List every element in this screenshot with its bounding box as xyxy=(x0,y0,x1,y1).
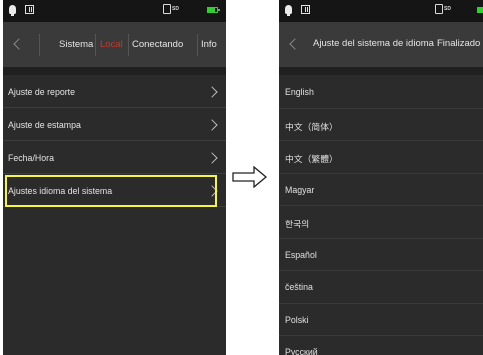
back-icon[interactable] xyxy=(289,38,301,50)
menu-item-label: Fecha/Hora xyxy=(8,153,54,163)
language-label: Español xyxy=(285,249,317,260)
menu-item-label: Ajuste de reporte xyxy=(8,87,75,97)
gallery-icon xyxy=(25,5,34,14)
menu-item-report-settings[interactable]: Ajuste de reporte xyxy=(3,76,226,108)
back-icon[interactable] xyxy=(13,38,25,50)
tab-divider xyxy=(39,34,40,56)
language-label: Русский xyxy=(285,347,318,355)
menu-item-stamp-settings[interactable]: Ajuste de estampa xyxy=(3,109,226,141)
language-item[interactable]: 中文（简体） xyxy=(279,109,483,141)
tab-local[interactable]: Local xyxy=(100,39,123,50)
language-label: 한국의 xyxy=(285,219,310,229)
finish-button[interactable]: Finalizado xyxy=(437,38,480,49)
tab-divider xyxy=(95,34,96,56)
sub-header xyxy=(279,67,483,75)
chevron-right-icon xyxy=(206,119,218,131)
arrow-right-icon xyxy=(232,166,268,188)
highlight-box xyxy=(5,175,217,207)
sd-label: SD xyxy=(444,6,451,12)
battery-icon xyxy=(477,7,483,13)
language-item[interactable]: 中文（繁體） xyxy=(279,141,483,174)
sd-label: SD xyxy=(172,6,179,12)
tab-sistema[interactable]: Sistema xyxy=(59,39,93,50)
language-item[interactable]: čeština xyxy=(279,271,483,304)
chevron-right-icon xyxy=(206,86,218,98)
menu-item-label: Ajuste de estampa xyxy=(8,120,81,130)
title-bar: Ajuste del sistema de idioma Finalizado xyxy=(279,22,483,67)
menu-item-date-time[interactable]: Fecha/Hora xyxy=(3,142,226,174)
tab-divider xyxy=(197,34,198,56)
status-bar: SD xyxy=(3,0,226,22)
language-label: 中文（简体） xyxy=(285,121,338,132)
tab-conectando[interactable]: Conectando xyxy=(132,39,183,50)
language-item[interactable]: English xyxy=(279,76,483,109)
status-bar: SD xyxy=(279,0,483,22)
language-item[interactable]: Magyar xyxy=(279,174,483,206)
language-item[interactable]: Español xyxy=(279,239,483,271)
language-item[interactable]: 한국의 xyxy=(279,206,483,239)
lightbulb-icon xyxy=(285,5,292,16)
chevron-right-icon xyxy=(206,152,218,164)
language-item[interactable]: Русский xyxy=(279,336,483,355)
language-label: English xyxy=(285,87,314,97)
gallery-icon xyxy=(301,5,310,14)
language-screen: SD Ajuste del sistema de idioma Finaliza… xyxy=(279,0,483,355)
language-label: čeština xyxy=(285,282,313,292)
tab-info[interactable]: Info xyxy=(201,39,217,50)
lightbulb-icon xyxy=(9,5,16,16)
tab-bar: Sistema Local Conectando Info xyxy=(3,22,226,67)
language-label: Magyar xyxy=(285,184,315,195)
page-title: Ajuste del sistema de idioma xyxy=(313,38,434,49)
language-label: Polski xyxy=(285,314,309,325)
settings-screen: SD Sistema Local Conectando Info Ajuste … xyxy=(3,0,226,355)
language-label: 中文（繁體） xyxy=(285,154,338,164)
sub-header xyxy=(3,67,226,75)
sd-card-icon xyxy=(435,4,443,14)
tab-divider xyxy=(128,34,129,56)
language-item[interactable]: Polski xyxy=(279,304,483,336)
battery-icon xyxy=(207,7,220,13)
sd-card-icon xyxy=(163,4,171,14)
